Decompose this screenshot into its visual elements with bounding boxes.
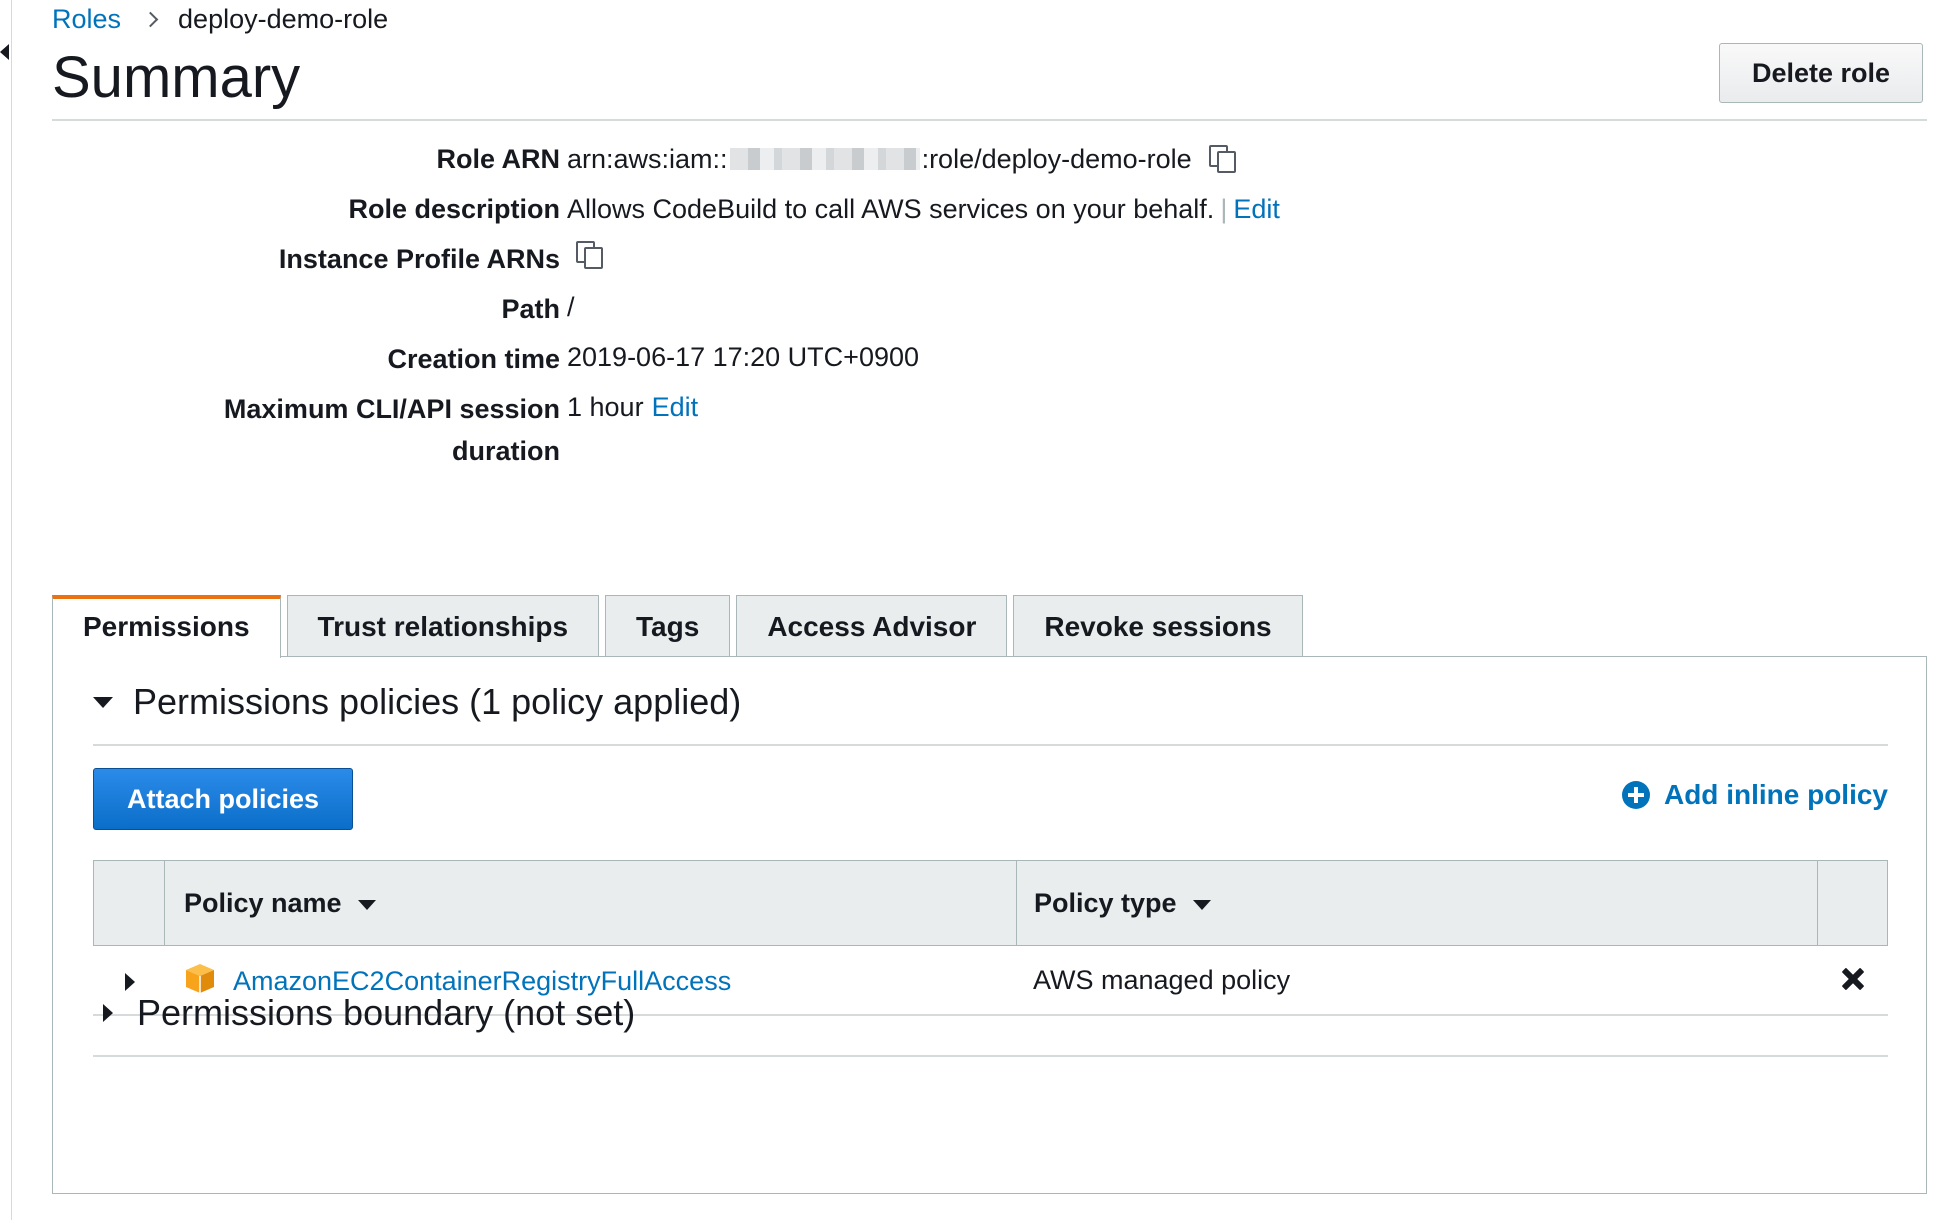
breadcrumb-roles-link[interactable]: Roles [52, 4, 121, 35]
role-arn-value: arn:aws:iam:: :role/deploy-demo-role [567, 138, 1240, 180]
creation-time-value: 2019-06-17 17:20 UTC+0900 [567, 342, 920, 372]
role-description-value: Allows CodeBuild to call AWS services on… [567, 188, 1280, 230]
tab-trust-relationships[interactable]: Trust relationships [286, 595, 600, 657]
breadcrumb: Roles deploy-demo-role [52, 4, 388, 35]
caret-right-icon [103, 1004, 113, 1022]
table-header: Policy name Policy type [93, 860, 1888, 946]
column-divider [1016, 861, 1017, 945]
breadcrumb-current: deploy-demo-role [178, 4, 389, 34]
section-divider [93, 744, 1888, 746]
column-policy-name[interactable]: Policy name [184, 861, 376, 945]
role-description-text: Allows CodeBuild to call AWS services on… [567, 194, 1215, 224]
creation-time-label: Creation time [387, 344, 560, 374]
instance-profile-label: Instance Profile ARNs [278, 244, 560, 274]
close-icon[interactable] [1838, 964, 1868, 994]
add-inline-policy-button[interactable]: Add inline policy [1621, 779, 1888, 811]
column-policy-type-label: Policy type [1034, 888, 1177, 918]
permissions-boundary-title: Permissions boundary (not set) [137, 992, 636, 1033]
role-description-label: Role description [348, 194, 560, 224]
page-title: Summary [52, 45, 301, 110]
path-value: / [567, 292, 575, 322]
expand-row-icon[interactable] [125, 973, 135, 991]
max-session-label: Maximum CLI/API session duration [160, 388, 560, 472]
instance-profile-value [567, 238, 607, 272]
caret-down-icon [93, 696, 113, 708]
column-divider [1817, 861, 1818, 945]
section-divider [93, 1055, 1888, 1057]
attach-policies-button[interactable]: Attach policies [93, 768, 353, 830]
permissions-policies-header[interactable]: Permissions policies (1 policy applied) [93, 681, 1888, 723]
plus-circle-icon [1621, 781, 1650, 809]
chevron-right-icon [142, 11, 159, 28]
sort-caret-icon [357, 900, 376, 910]
max-session-label-line1: Maximum CLI/API session [223, 394, 560, 424]
cube-icon [186, 964, 214, 993]
navigation-rail [0, 0, 12, 1220]
copy-icon[interactable] [573, 238, 607, 272]
max-session-label-line2: duration [452, 436, 560, 466]
max-session-duration: 1 hour [567, 392, 644, 422]
column-policy-type[interactable]: Policy type [1034, 861, 1211, 945]
redacted-account-id [729, 148, 920, 170]
permissions-policies-title: Permissions policies (1 policy applied) [133, 681, 742, 722]
role-arn-suffix: :role/deploy-demo-role [921, 144, 1192, 174]
sort-caret-icon [1192, 900, 1211, 910]
column-divider [164, 861, 165, 945]
path-label: Path [501, 294, 560, 324]
copy-icon[interactable] [1206, 142, 1240, 176]
column-policy-name-label: Policy name [184, 888, 342, 918]
add-inline-policy-label: Add inline policy [1663, 779, 1888, 810]
role-arn-prefix: arn:aws:iam:: [567, 144, 728, 174]
collapse-nav-icon[interactable] [0, 44, 9, 60]
delete-role-button[interactable]: Delete role [1719, 43, 1923, 103]
tab-tags[interactable]: Tags [605, 595, 731, 657]
edit-description-link[interactable]: Edit [1233, 188, 1280, 230]
permissions-panel: Permissions policies (1 policy applied) … [52, 656, 1927, 1194]
tab-revoke-sessions[interactable]: Revoke sessions [1013, 595, 1303, 657]
edit-session-link[interactable]: Edit [652, 386, 699, 428]
permissions-boundary-header[interactable]: Permissions boundary (not set) [93, 992, 1888, 1034]
max-session-value: 1 hour Edit [567, 386, 698, 428]
tab-access-advisor[interactable]: Access Advisor [736, 595, 1008, 657]
role-tabs: Permissions Trust relationships Tags Acc… [52, 595, 1309, 658]
title-divider [52, 119, 1927, 121]
tab-permissions[interactable]: Permissions [52, 595, 281, 658]
separator: | [1220, 194, 1228, 224]
role-arn-label: Role ARN [436, 144, 560, 174]
